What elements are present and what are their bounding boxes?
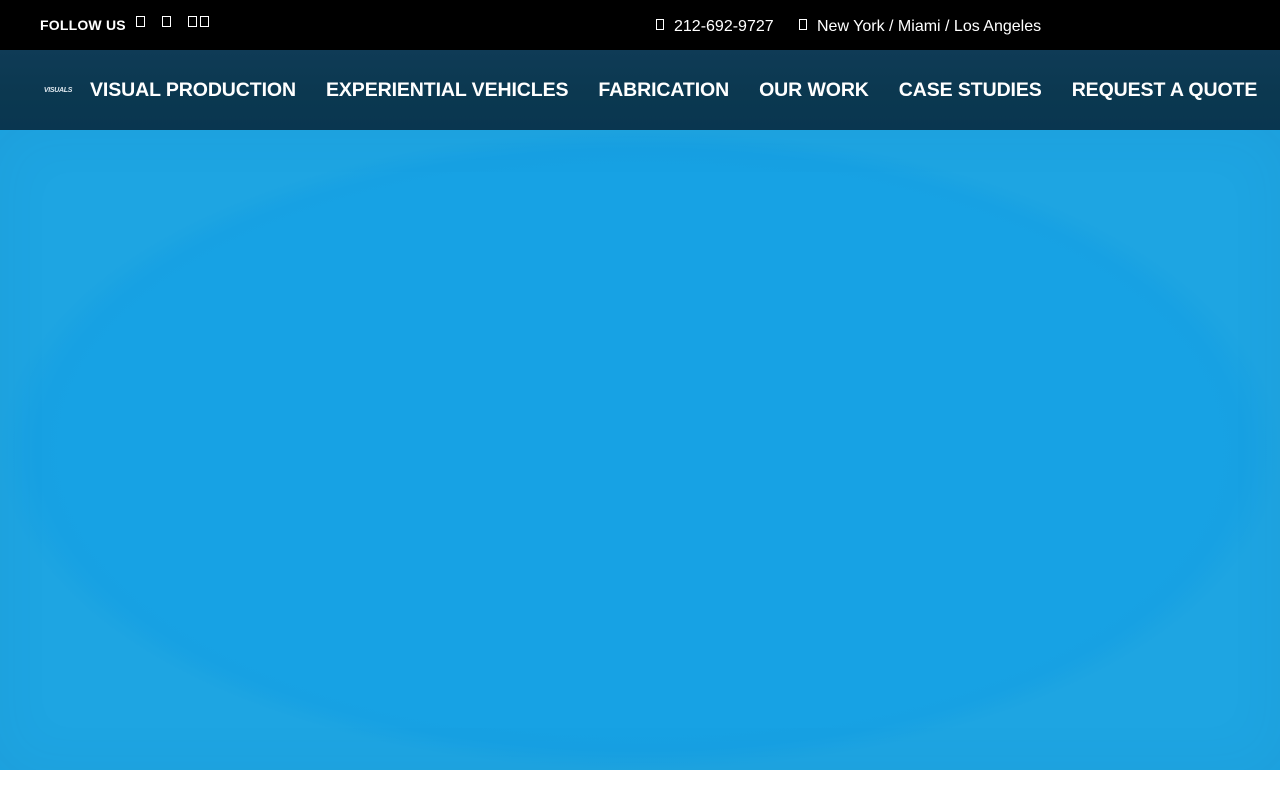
- contact-locations: New York / Miami / Los Angeles: [799, 18, 1041, 36]
- top-bar: FOLLOW US 212-692-9727 New York / Miami …: [0, 0, 1280, 50]
- logo-text: VISUALS: [43, 86, 73, 94]
- site-logo[interactable]: VISUALS: [41, 85, 75, 95]
- twitter-icon[interactable]: [188, 16, 197, 27]
- contact-phone[interactable]: 212-692-9727: [656, 18, 774, 36]
- facebook-icon[interactable]: [136, 16, 145, 27]
- instagram-icon[interactable]: [162, 16, 171, 27]
- nav-case-studies[interactable]: CASE STUDIES: [899, 79, 1042, 102]
- nav-our-work[interactable]: OUR WORK: [759, 79, 869, 102]
- linkedin-icon[interactable]: [200, 16, 209, 27]
- phone-icon: [656, 19, 664, 30]
- social-icons: [136, 16, 226, 27]
- follow-us-label: FOLLOW US: [40, 17, 126, 33]
- map-marker-icon: [799, 19, 807, 30]
- nav-request-a-quote[interactable]: REQUEST A QUOTE: [1072, 79, 1258, 102]
- nav-experiential-vehicles[interactable]: EXPERIENTIAL VEHICLES: [326, 79, 569, 102]
- nav-visual-production[interactable]: VISUAL PRODUCTION: [90, 79, 296, 102]
- hero-background: [0, 130, 1280, 770]
- hero-section: [0, 130, 1280, 770]
- nav-fabrication[interactable]: FABRICATION: [598, 79, 729, 102]
- phone-number[interactable]: 212-692-9727: [674, 18, 774, 35]
- main-nav: VISUAL PRODUCTION EXPERIENTIAL VEHICLES …: [90, 79, 1257, 102]
- locations-text: New York / Miami / Los Angeles: [817, 18, 1042, 35]
